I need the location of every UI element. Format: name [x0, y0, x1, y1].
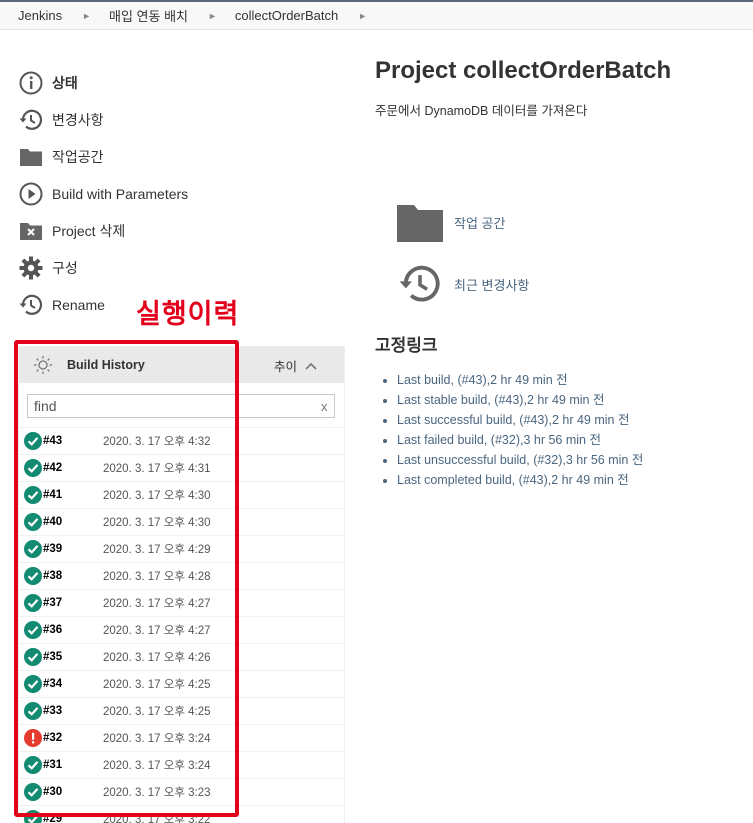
trend-link[interactable]: 추이 [274, 356, 317, 375]
chevron-up-icon[interactable] [305, 362, 317, 370]
folder-icon [397, 205, 443, 242]
clear-filter-icon[interactable]: x [321, 399, 328, 414]
permalink-item: Last unsuccessful build, (#32),3 hr 56 m… [397, 450, 643, 470]
annotation-label: 실행이력 [136, 299, 240, 329]
task-label: Rename [52, 296, 105, 313]
history-icon [399, 265, 440, 302]
page-title: Project collectOrderBatch [375, 57, 672, 84]
permalinks-list: Last build, (#43),2 hr 49 min 전 Last sta… [397, 370, 643, 490]
folder-icon [18, 144, 44, 170]
workspace-link[interactable]: 작업 공간 [396, 202, 505, 242]
chevron-right-icon[interactable]: ► [358, 11, 367, 21]
permalink-item: Last failed build, (#32),3 hr 56 min 전 [397, 430, 643, 450]
task-label: 구성 [52, 259, 78, 276]
task-label: Build with Parameters [52, 185, 189, 202]
history-icon [18, 107, 44, 133]
task-changes[interactable]: 변경사항 [18, 101, 318, 138]
permalink-last-build[interactable]: Last build, (#43),2 hr 49 min 전 [397, 373, 568, 387]
recent-changes-link-label: 최근 변경사항 [454, 277, 530, 293]
task-delete-project[interactable]: Project 삭제 [18, 212, 318, 249]
info-icon [18, 70, 44, 96]
permalink-last-completed-build[interactable]: Last completed build, (#43),2 hr 49 min … [397, 473, 629, 487]
side-tasks: 상태 변경사항 작업공간 Build with Parameters Proje… [18, 64, 318, 323]
permalink-last-failed-build[interactable]: Last failed build, (#32),3 hr 56 min 전 [397, 433, 601, 447]
breadcrumb: Jenkins ► 매입 연동 배치 ► collectOrderBatch ► [0, 0, 753, 30]
gear-icon [18, 255, 44, 281]
history-icon [18, 292, 44, 318]
permalink-item: Last completed build, (#43),2 hr 49 min … [397, 470, 643, 490]
breadcrumb-jenkins[interactable]: Jenkins [18, 8, 62, 23]
task-label: 상태 [52, 74, 78, 91]
annotation-highlight-box [14, 340, 239, 817]
permalinks-title: 고정링크 [375, 336, 438, 355]
task-label: 작업공간 [52, 148, 104, 165]
breadcrumb-job[interactable]: collectOrderBatch [235, 8, 338, 23]
task-status[interactable]: 상태 [18, 64, 318, 101]
permalink-last-unsuccessful-build[interactable]: Last unsuccessful build, (#32),3 hr 56 m… [397, 453, 643, 467]
project-description: 주문에서 DynamoDB 데이터를 가져온다 [375, 104, 588, 118]
breadcrumb-folder[interactable]: 매입 연동 배치 [109, 6, 188, 25]
workspace-link-label: 작업 공간 [454, 215, 506, 231]
task-label: Project 삭제 [52, 222, 126, 239]
task-configure[interactable]: 구성 [18, 249, 318, 286]
chevron-right-icon[interactable]: ► [208, 11, 217, 21]
task-workspace[interactable]: 작업공간 [18, 138, 318, 175]
task-build-with-parameters[interactable]: Build with Parameters [18, 175, 318, 212]
recent-changes-link[interactable]: 최근 변경사항 [396, 261, 529, 307]
trend-label: 추이 [274, 360, 298, 374]
permalink-item: Last build, (#43),2 hr 49 min 전 [397, 370, 643, 390]
play-icon [18, 181, 44, 207]
permalink-last-stable-build[interactable]: Last stable build, (#43),2 hr 49 min 전 [397, 393, 604, 407]
task-label: 변경사항 [52, 111, 104, 128]
permalink-last-successful-build[interactable]: Last successful build, (#43),2 hr 49 min… [397, 413, 629, 427]
folder-delete-icon [18, 218, 44, 244]
permalink-item: Last stable build, (#43),2 hr 49 min 전 [397, 390, 643, 410]
permalink-item: Last successful build, (#43),2 hr 49 min… [397, 410, 643, 430]
chevron-right-icon[interactable]: ► [82, 11, 91, 21]
